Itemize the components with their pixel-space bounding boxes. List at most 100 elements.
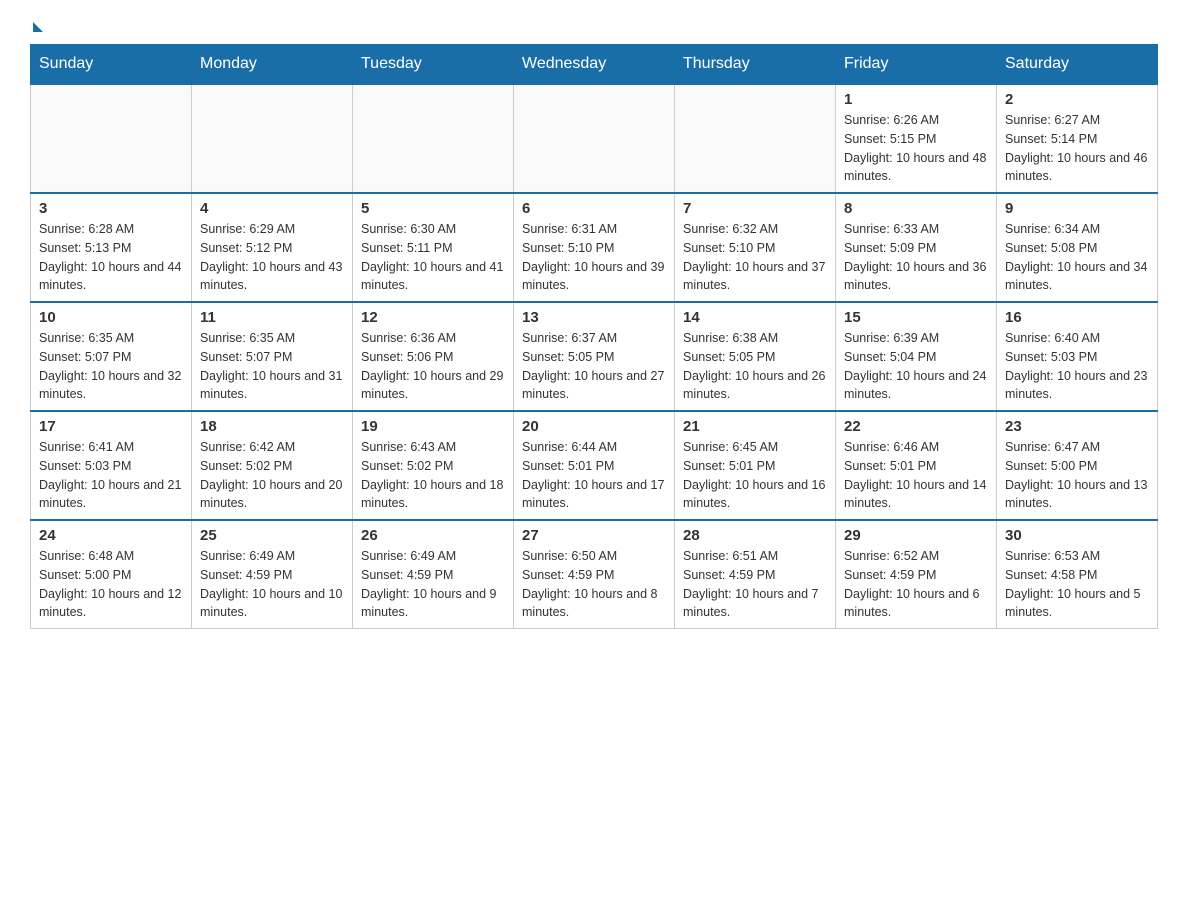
day-info: Sunrise: 6:48 AMSunset: 5:00 PMDaylight:…: [39, 547, 183, 622]
day-number: 20: [522, 418, 666, 435]
day-info: Sunrise: 6:49 AMSunset: 4:59 PMDaylight:…: [361, 547, 505, 622]
day-number: 13: [522, 309, 666, 326]
day-info: Sunrise: 6:40 AMSunset: 5:03 PMDaylight:…: [1005, 329, 1149, 404]
day-number: 12: [361, 309, 505, 326]
logo-triangle-icon: [33, 22, 43, 32]
calendar-cell: [353, 84, 514, 193]
day-info: Sunrise: 6:30 AMSunset: 5:11 PMDaylight:…: [361, 220, 505, 295]
day-number: 27: [522, 527, 666, 544]
day-info: Sunrise: 6:47 AMSunset: 5:00 PMDaylight:…: [1005, 438, 1149, 513]
day-info: Sunrise: 6:39 AMSunset: 5:04 PMDaylight:…: [844, 329, 988, 404]
day-of-week-friday: Friday: [836, 45, 997, 85]
day-number: 18: [200, 418, 344, 435]
calendar-cell: 19 Sunrise: 6:43 AMSunset: 5:02 PMDayligh…: [353, 411, 514, 520]
day-number: 29: [844, 527, 988, 544]
day-number: 15: [844, 309, 988, 326]
day-info: Sunrise: 6:37 AMSunset: 5:05 PMDaylight:…: [522, 329, 666, 404]
day-info: Sunrise: 6:44 AMSunset: 5:01 PMDaylight:…: [522, 438, 666, 513]
calendar-week-1: 1Sunrise: 6:26 AMSunset: 5:15 PMDaylight…: [31, 84, 1158, 193]
day-of-week-sunday: Sunday: [31, 45, 192, 85]
calendar-table: SundayMondayTuesdayWednesdayThursdayFrid…: [30, 44, 1158, 629]
calendar-cell: 16 Sunrise: 6:40 AMSunset: 5:03 PMDayligh…: [997, 302, 1158, 411]
calendar-cell: [514, 84, 675, 193]
calendar-cell: 17 Sunrise: 6:41 AMSunset: 5:03 PMDayligh…: [31, 411, 192, 520]
calendar-cell: [675, 84, 836, 193]
day-number: 24: [39, 527, 183, 544]
day-number: 19: [361, 418, 505, 435]
logo: [30, 20, 43, 28]
day-of-week-thursday: Thursday: [675, 45, 836, 85]
day-number: 21: [683, 418, 827, 435]
day-number: 30: [1005, 527, 1149, 544]
day-of-week-wednesday: Wednesday: [514, 45, 675, 85]
day-number: 3: [39, 200, 183, 217]
calendar-cell: 12 Sunrise: 6:36 AMSunset: 5:06 PMDayligh…: [353, 302, 514, 411]
calendar-cell: 24 Sunrise: 6:48 AMSunset: 5:00 PMDayligh…: [31, 520, 192, 629]
day-number: 14: [683, 309, 827, 326]
day-info: Sunrise: 6:35 AMSunset: 5:07 PMDaylight:…: [39, 329, 183, 404]
calendar-cell: 4 Sunrise: 6:29 AMSunset: 5:12 PMDaylight…: [192, 193, 353, 302]
day-number: 8: [844, 200, 988, 217]
day-info: Sunrise: 6:49 AMSunset: 4:59 PMDaylight:…: [200, 547, 344, 622]
calendar-cell: 11 Sunrise: 6:35 AMSunset: 5:07 PMDayligh…: [192, 302, 353, 411]
calendar-week-2: 3 Sunrise: 6:28 AMSunset: 5:13 PMDaylight…: [31, 193, 1158, 302]
day-number: 17: [39, 418, 183, 435]
day-info: Sunrise: 6:52 AMSunset: 4:59 PMDaylight:…: [844, 547, 988, 622]
calendar-cell: 15 Sunrise: 6:39 AMSunset: 5:04 PMDayligh…: [836, 302, 997, 411]
calendar-cell: 13 Sunrise: 6:37 AMSunset: 5:05 PMDayligh…: [514, 302, 675, 411]
day-number: 28: [683, 527, 827, 544]
calendar-cell: 29 Sunrise: 6:52 AMSunset: 4:59 PMDayligh…: [836, 520, 997, 629]
calendar-cell: [192, 84, 353, 193]
calendar-cell: 1Sunrise: 6:26 AMSunset: 5:15 PMDaylight…: [836, 84, 997, 193]
calendar-cell: 21 Sunrise: 6:45 AMSunset: 5:01 PMDayligh…: [675, 411, 836, 520]
calendar-cell: 22Sunrise: 6:46 AMSunset: 5:01 PMDayligh…: [836, 411, 997, 520]
day-info: Sunrise: 6:51 AMSunset: 4:59 PMDaylight:…: [683, 547, 827, 622]
calendar-cell: 23 Sunrise: 6:47 AMSunset: 5:00 PMDayligh…: [997, 411, 1158, 520]
day-info: Sunrise: 6:45 AMSunset: 5:01 PMDaylight:…: [683, 438, 827, 513]
calendar-cell: 18 Sunrise: 6:42 AMSunset: 5:02 PMDayligh…: [192, 411, 353, 520]
calendar-cell: 27Sunrise: 6:50 AMSunset: 4:59 PMDayligh…: [514, 520, 675, 629]
calendar-cell: 26Sunrise: 6:49 AMSunset: 4:59 PMDayligh…: [353, 520, 514, 629]
day-info: Sunrise: 6:31 AMSunset: 5:10 PMDaylight:…: [522, 220, 666, 295]
calendar-cell: 2 Sunrise: 6:27 AMSunset: 5:14 PMDaylight…: [997, 84, 1158, 193]
calendar-cell: 20 Sunrise: 6:44 AMSunset: 5:01 PMDayligh…: [514, 411, 675, 520]
day-info: Sunrise: 6:34 AMSunset: 5:08 PMDaylight:…: [1005, 220, 1149, 295]
day-number: 25: [200, 527, 344, 544]
day-number: 4: [200, 200, 344, 217]
day-info: Sunrise: 6:35 AMSunset: 5:07 PMDaylight:…: [200, 329, 344, 404]
page-header: [30, 20, 1158, 28]
day-number: 10: [39, 309, 183, 326]
day-info: Sunrise: 6:36 AMSunset: 5:06 PMDaylight:…: [361, 329, 505, 404]
day-number: 6: [522, 200, 666, 217]
day-info: Sunrise: 6:43 AMSunset: 5:02 PMDaylight:…: [361, 438, 505, 513]
calendar-cell: 6 Sunrise: 6:31 AMSunset: 5:10 PMDaylight…: [514, 193, 675, 302]
calendar-cell: 7Sunrise: 6:32 AMSunset: 5:10 PMDaylight…: [675, 193, 836, 302]
calendar-cell: 14 Sunrise: 6:38 AMSunset: 5:05 PMDayligh…: [675, 302, 836, 411]
day-info: Sunrise: 6:38 AMSunset: 5:05 PMDaylight:…: [683, 329, 827, 404]
day-of-week-monday: Monday: [192, 45, 353, 85]
day-info: Sunrise: 6:28 AMSunset: 5:13 PMDaylight:…: [39, 220, 183, 295]
day-number: 16: [1005, 309, 1149, 326]
calendar-cell: 8Sunrise: 6:33 AMSunset: 5:09 PMDaylight…: [836, 193, 997, 302]
calendar-week-5: 24 Sunrise: 6:48 AMSunset: 5:00 PMDayligh…: [31, 520, 1158, 629]
day-info: Sunrise: 6:29 AMSunset: 5:12 PMDaylight:…: [200, 220, 344, 295]
calendar-week-3: 10 Sunrise: 6:35 AMSunset: 5:07 PMDayligh…: [31, 302, 1158, 411]
day-number: 1: [844, 91, 988, 108]
calendar-cell: 3 Sunrise: 6:28 AMSunset: 5:13 PMDaylight…: [31, 193, 192, 302]
calendar-cell: 9 Sunrise: 6:34 AMSunset: 5:08 PMDaylight…: [997, 193, 1158, 302]
day-info: Sunrise: 6:42 AMSunset: 5:02 PMDaylight:…: [200, 438, 344, 513]
day-info: Sunrise: 6:41 AMSunset: 5:03 PMDaylight:…: [39, 438, 183, 513]
day-number: 23: [1005, 418, 1149, 435]
day-number: 2: [1005, 91, 1149, 108]
calendar-cell: [31, 84, 192, 193]
calendar-cell: 28 Sunrise: 6:51 AMSunset: 4:59 PMDayligh…: [675, 520, 836, 629]
day-info: Sunrise: 6:46 AMSunset: 5:01 PMDaylight:…: [844, 438, 988, 513]
calendar-cell: 10 Sunrise: 6:35 AMSunset: 5:07 PMDayligh…: [31, 302, 192, 411]
day-info: Sunrise: 6:32 AMSunset: 5:10 PMDaylight:…: [683, 220, 827, 295]
day-number: 9: [1005, 200, 1149, 217]
day-of-week-saturday: Saturday: [997, 45, 1158, 85]
day-info: Sunrise: 6:27 AMSunset: 5:14 PMDaylight:…: [1005, 111, 1149, 186]
day-number: 11: [200, 309, 344, 326]
calendar-cell: 30Sunrise: 6:53 AMSunset: 4:58 PMDayligh…: [997, 520, 1158, 629]
calendar-cell: 5Sunrise: 6:30 AMSunset: 5:11 PMDaylight…: [353, 193, 514, 302]
